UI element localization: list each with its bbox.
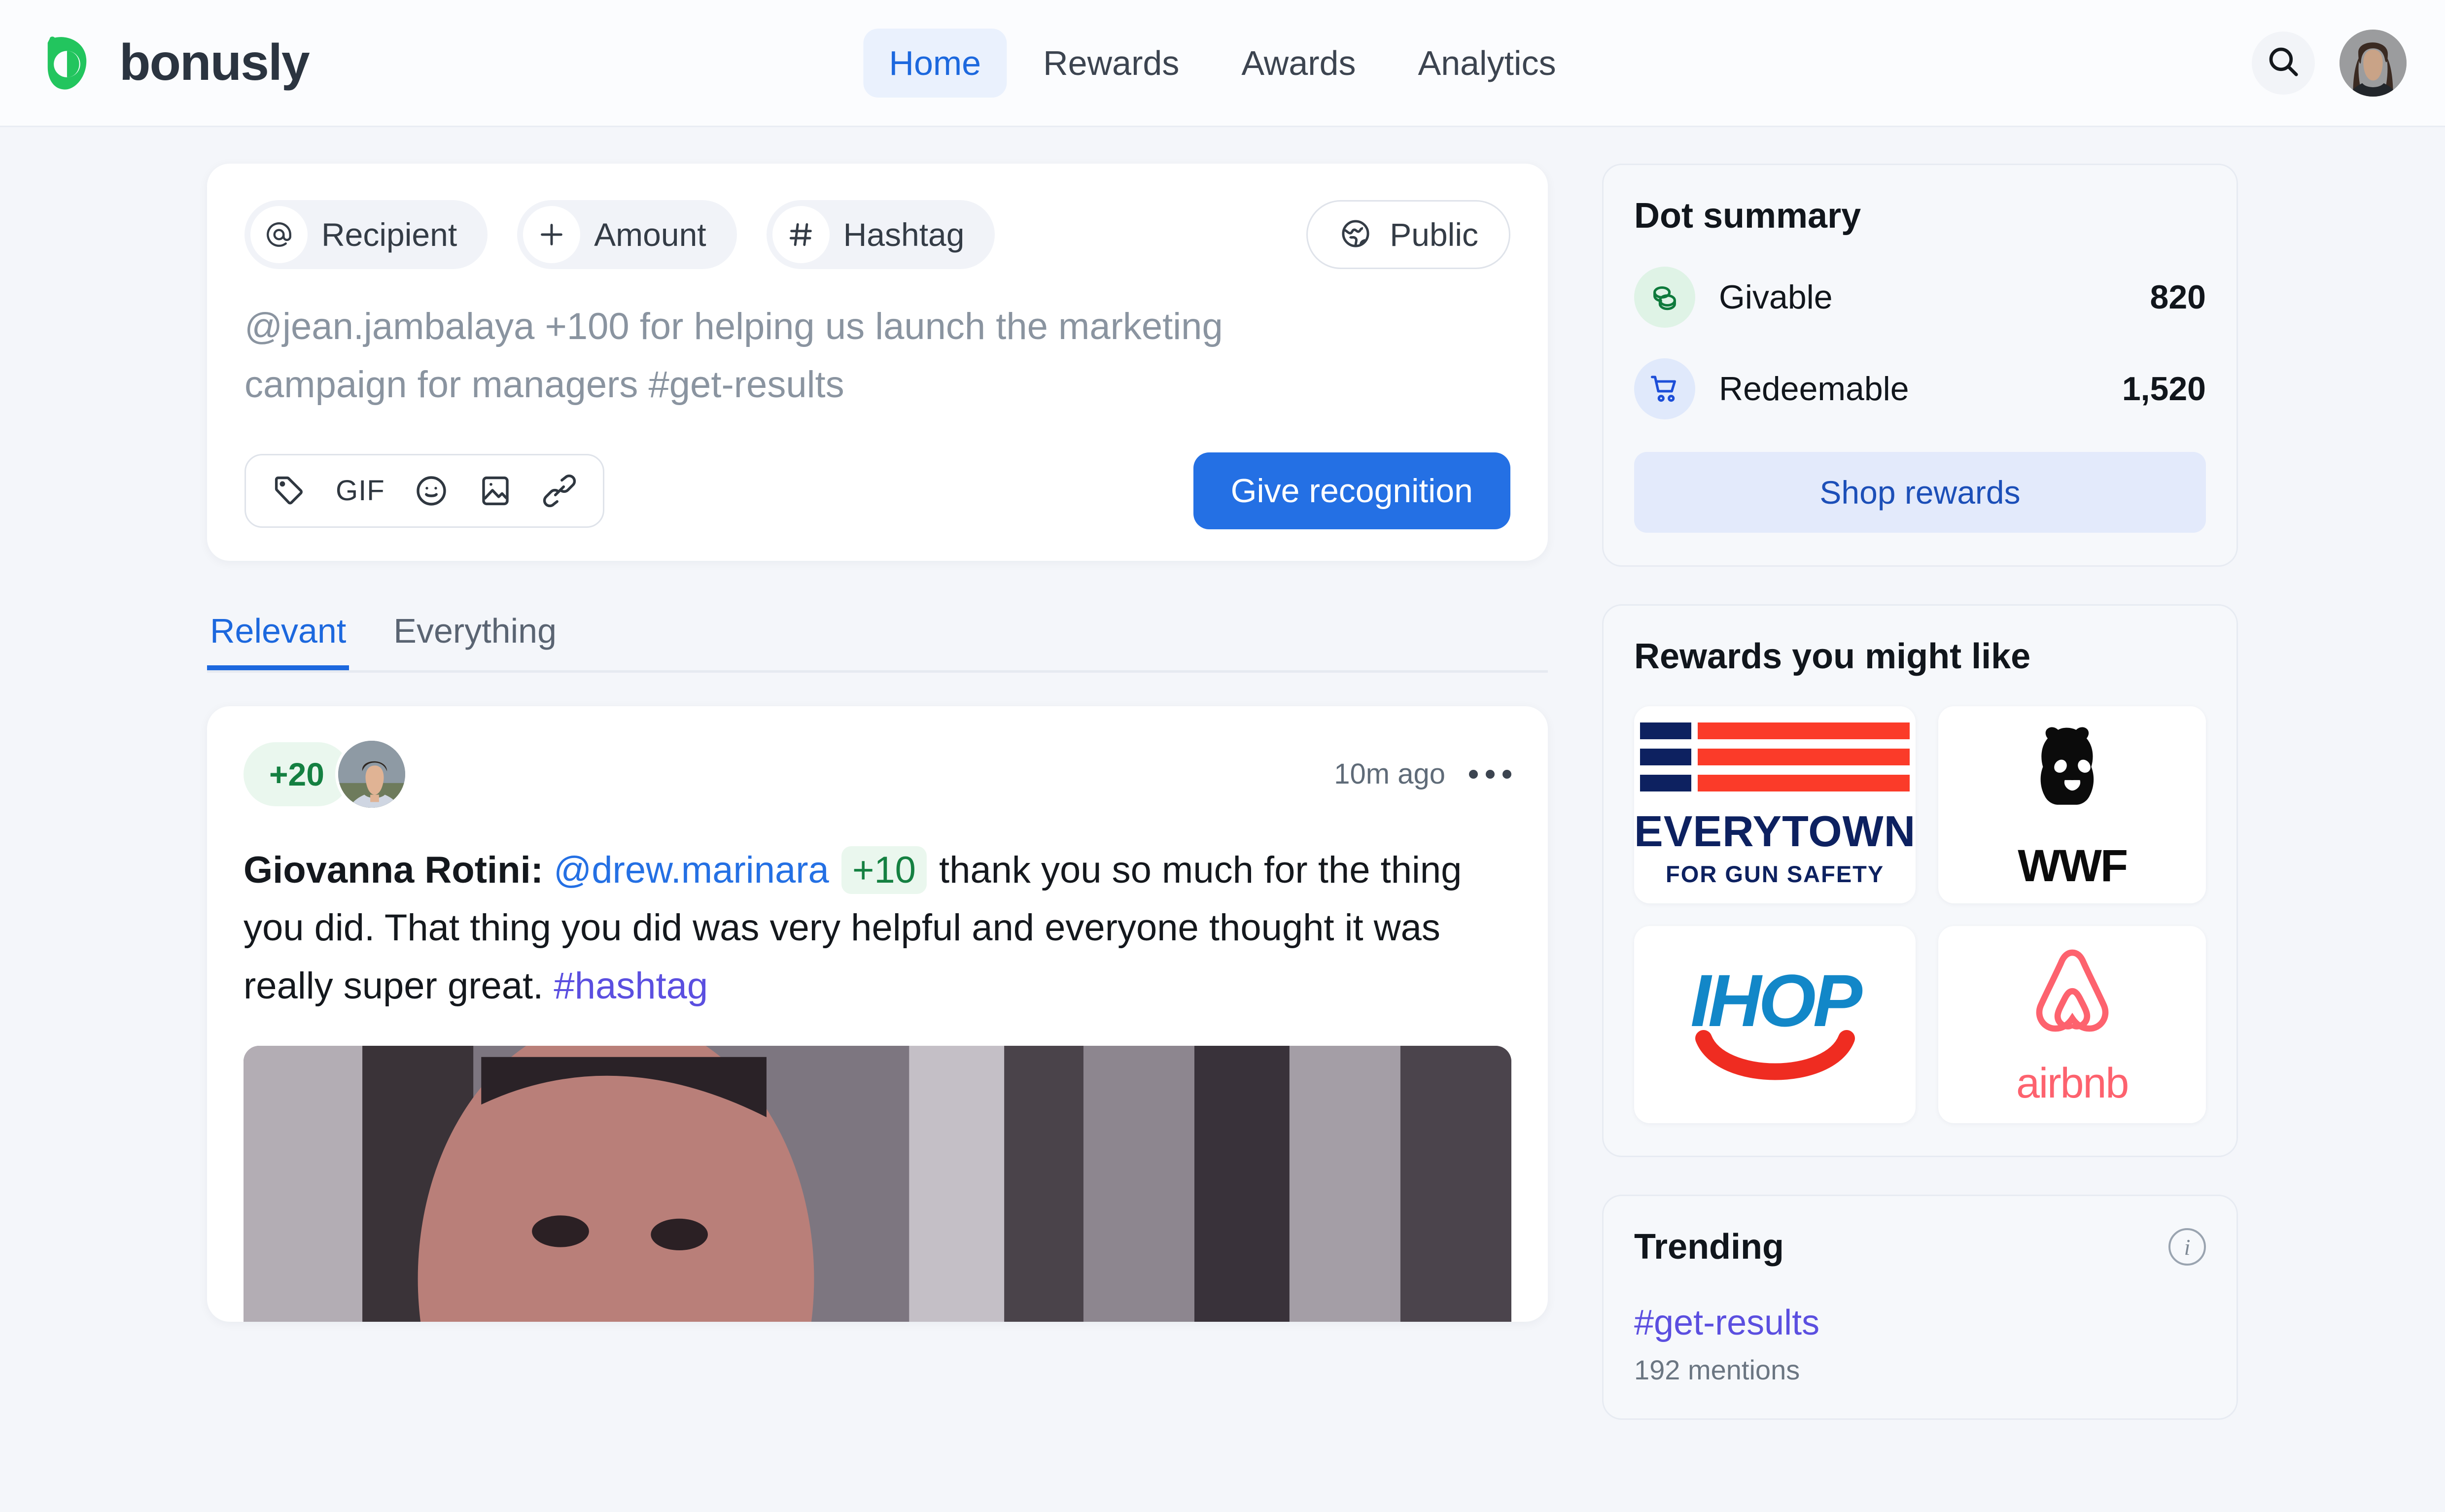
amount-chip[interactable]: Amount (517, 200, 737, 269)
search-button[interactable] (2252, 31, 2315, 95)
image-icon[interactable] (478, 473, 513, 509)
everytown-tagline: FOR GUN SAFETY (1666, 860, 1885, 887)
redeemable-label: Redeemable (1719, 370, 1909, 408)
reward-tiles: EVERYTOWN FOR GUN SAFETY WWF IHOP airbnb (1634, 706, 2206, 1123)
page-content: Recipient Amount Hashtag Public @jean.ja… (0, 127, 2445, 1457)
tag-icon[interactable] (272, 473, 307, 509)
trending-mentions: 192 mentions (1634, 1354, 1800, 1385)
everytown-name: EVERYTOWN (1634, 806, 1916, 856)
post-header: +20 10m ago (244, 737, 1511, 811)
airbnb-wordmark: airbnb (2016, 1060, 2129, 1107)
trending-title: Trending (1634, 1227, 1784, 1267)
wwf-wordmark: WWF (2018, 841, 2128, 891)
hashtag-chip[interactable]: Hashtag (766, 200, 995, 269)
reward-tile-ihop[interactable]: IHOP (1634, 926, 1916, 1123)
nav-item-analytics[interactable]: Analytics (1393, 29, 1582, 98)
post-author-avatar[interactable] (335, 737, 408, 811)
everytown-logo: EVERYTOWN FOR GUN SAFETY (1634, 722, 1916, 888)
rewards-card: Rewards you might like EVERYTOWN FOR GUN… (1602, 604, 2238, 1157)
redeemable-row: Redeemable 1,520 (1634, 358, 2206, 419)
composer-footer: GIF Give recognition (244, 452, 1510, 529)
brand-name: bonusly (119, 34, 310, 91)
airbnb-belo-icon (2036, 949, 2108, 1032)
post-hashtag[interactable]: #hashtag (554, 965, 708, 1007)
top-navigation-bar: bonusly Home Rewards Awards Analytics (0, 0, 2445, 127)
post-gif-attachment[interactable] (244, 1045, 1511, 1322)
rewards-title: Rewards you might like (1634, 637, 2031, 676)
trending-hashtag[interactable]: #get-results (1634, 1303, 2206, 1343)
visibility-label: Public (1390, 216, 1478, 253)
post-author-name: Giovanna Rotini: (244, 849, 543, 891)
composer-toolbar: GIF (244, 453, 604, 528)
reward-tile-everytown[interactable]: EVERYTOWN FOR GUN SAFETY (1634, 706, 1916, 903)
ihop-logo: IHOP (1690, 958, 1862, 1091)
feed-tabs: Relevant Everything (207, 611, 1548, 673)
main-column: Recipient Amount Hashtag Public @jean.ja… (207, 164, 1548, 1457)
bonusly-b-icon (35, 31, 101, 96)
recognition-input-placeholder[interactable]: @jean.jambalaya +100 for helping us laun… (244, 298, 1378, 414)
nav-item-home[interactable]: Home (863, 28, 1007, 98)
avatar[interactable] (2340, 29, 2407, 97)
dot-summary-card: Dot summary Givable 820 Redeemable 1,520… (1602, 164, 2238, 567)
post-amount-badge: +20 (244, 742, 350, 806)
reward-tile-airbnb[interactable]: airbnb (1938, 926, 2206, 1123)
give-recognition-button[interactable]: Give recognition (1193, 452, 1510, 529)
hashtag-chip-label: Hashtag (843, 216, 965, 253)
emoji-icon[interactable] (414, 473, 449, 509)
hash-icon (772, 206, 830, 263)
recipient-chip[interactable]: Recipient (244, 200, 488, 269)
cart-icon (1634, 358, 1695, 419)
composer-chip-row: Recipient Amount Hashtag Public (244, 200, 1510, 269)
globe-icon (1338, 216, 1373, 253)
givable-value: 820 (2150, 278, 2206, 316)
coins-icon (1634, 267, 1695, 328)
tab-relevant[interactable]: Relevant (207, 611, 349, 670)
post-body: Giovanna Rotini: @drew.marinara +10 than… (244, 841, 1511, 1015)
wwf-logo: WWF (2013, 718, 2131, 892)
gif-icon[interactable]: GIF (336, 474, 385, 507)
tab-everything[interactable]: Everything (390, 611, 559, 670)
at-icon (250, 206, 308, 263)
shop-rewards-button[interactable]: Shop rewards (1634, 452, 2206, 533)
post-inline-amount: +10 (841, 846, 927, 894)
plus-icon (523, 206, 581, 263)
dot-summary-title: Dot summary (1634, 196, 1861, 236)
nav-item-awards[interactable]: Awards (1216, 29, 1381, 98)
right-sidebar: Dot summary Givable 820 Redeemable 1,520… (1602, 164, 2238, 1457)
post-timestamp: 10m ago (1334, 758, 1445, 790)
link-icon[interactable] (542, 473, 577, 509)
reward-tile-wwf[interactable]: WWF (1938, 706, 2206, 903)
feed-post: +20 10m ago Giovanna Rotini: @drew.marin… (207, 706, 1548, 1322)
post-mention[interactable]: @drew.marinara (554, 849, 829, 891)
visibility-selector[interactable]: Public (1306, 200, 1510, 269)
trending-header: Trending i (1634, 1227, 2206, 1267)
brand-logo[interactable]: bonusly (35, 31, 310, 96)
recognition-composer: Recipient Amount Hashtag Public @jean.ja… (207, 164, 1548, 561)
info-icon[interactable]: i (2168, 1228, 2206, 1266)
kebab-menu-icon[interactable] (1469, 769, 1511, 779)
trending-card: Trending i #get-results 192 mentions (1602, 1195, 2238, 1420)
search-icon (2265, 43, 2302, 82)
airbnb-logo: airbnb (2016, 941, 2129, 1108)
main-nav: Home Rewards Awards Analytics (863, 28, 1582, 98)
givable-row: Givable 820 (1634, 267, 2206, 328)
amount-chip-label: Amount (594, 216, 706, 253)
givable-label: Givable (1719, 278, 1833, 316)
everytown-bars-icon (1634, 722, 1916, 791)
top-bar-actions (2252, 29, 2407, 97)
panda-icon (2040, 727, 2094, 828)
redeemable-value: 1,520 (2122, 370, 2206, 408)
recipient-chip-label: Recipient (321, 216, 457, 253)
nav-item-rewards[interactable]: Rewards (1017, 29, 1205, 98)
ihop-smile-icon (1695, 1030, 1855, 1080)
